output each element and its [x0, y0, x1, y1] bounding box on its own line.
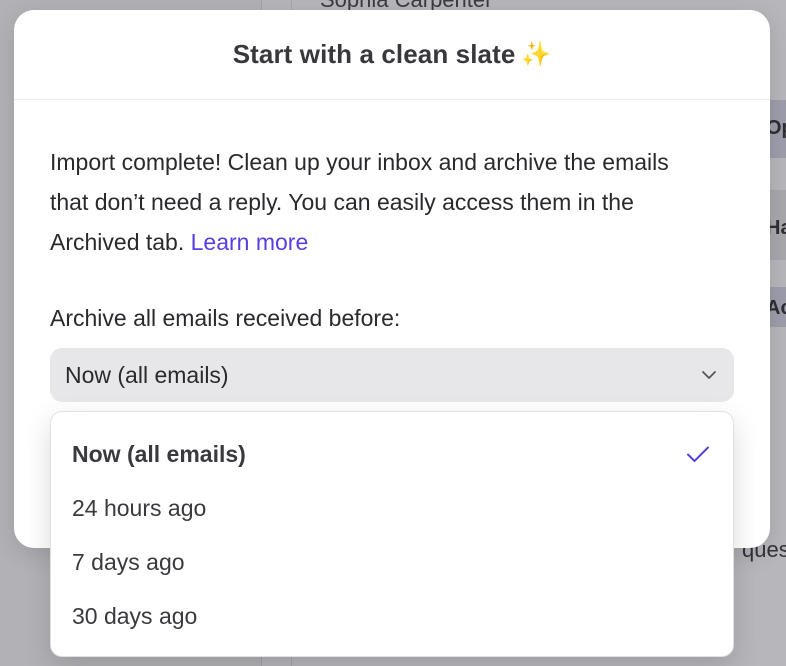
dropdown-option-now[interactable]: Now (all emails) [51, 427, 733, 481]
option-label: 7 days ago [72, 548, 185, 575]
option-label: Now (all emails) [72, 440, 246, 467]
dropdown-option-7-days[interactable]: 7 days ago [51, 535, 733, 589]
modal-title: Start with a clean slate [232, 39, 516, 69]
sparkles-icon: ✨ [521, 41, 552, 68]
modal-header: Start with a clean slate ✨ [14, 10, 770, 100]
select-value: Now (all emails) [65, 361, 229, 388]
check-icon [687, 446, 709, 462]
option-label: 30 days ago [72, 602, 198, 629]
option-label: 24 hours ago [72, 494, 207, 521]
dropdown-option-24-hours[interactable]: 24 hours ago [51, 481, 733, 535]
archive-before-select[interactable]: Now (all emails) [50, 348, 734, 402]
modal-description: Import complete! Clean up your inbox and… [50, 142, 700, 262]
description-text: Import complete! Clean up your inbox and… [50, 149, 669, 255]
archive-before-label: Archive all emails received before: [50, 305, 401, 331]
modal-body: Import complete! Clean up your inbox and… [14, 100, 770, 402]
learn-more-link[interactable]: Learn more [191, 229, 309, 255]
chevron-down-icon [702, 371, 716, 379]
dropdown-option-30-days[interactable]: 30 days ago [51, 589, 733, 643]
archive-before-dropdown: Now (all emails) 24 hours ago 7 days ago… [50, 411, 734, 657]
